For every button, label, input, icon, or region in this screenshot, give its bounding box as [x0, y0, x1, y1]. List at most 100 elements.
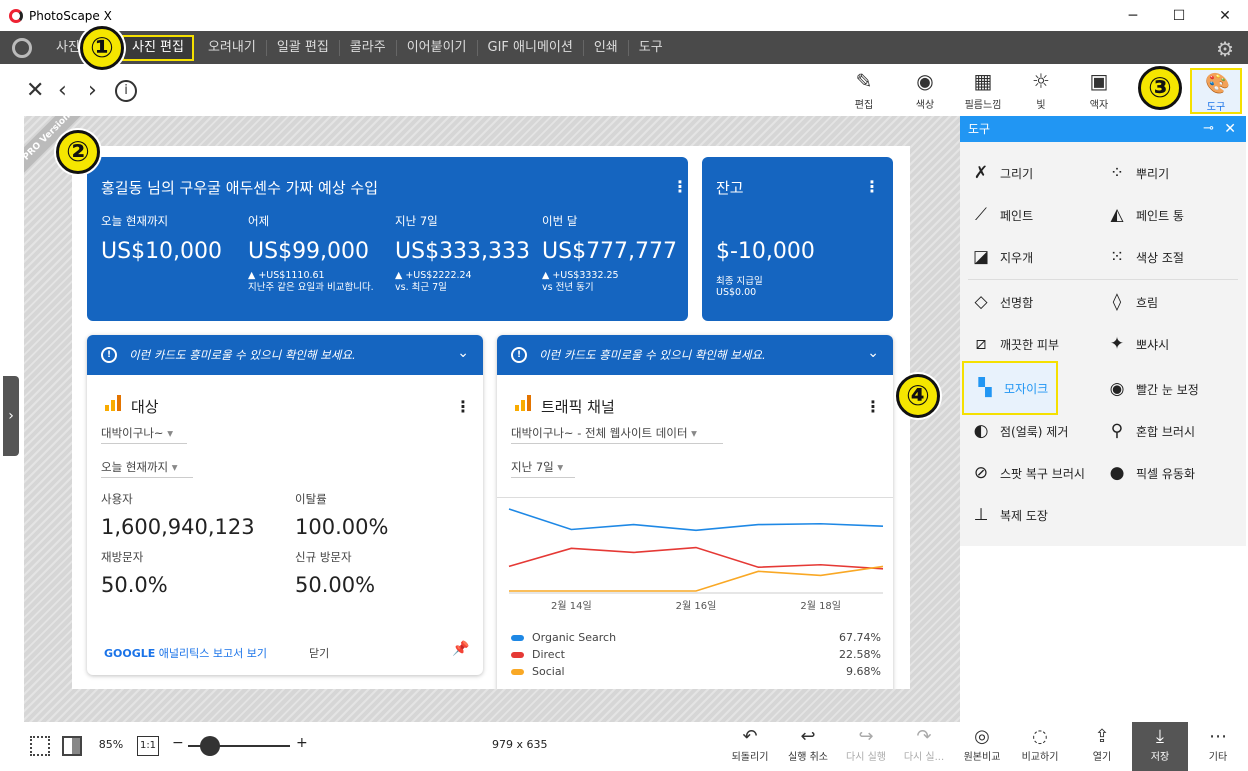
draw-icon: ✗ — [973, 163, 989, 183]
callout-2: ② — [56, 130, 100, 174]
undo-icon: ↩ — [800, 726, 816, 747]
info-icon[interactable]: i — [115, 80, 137, 102]
balance-card: 잔고 ⋮ $-10,000 최종 지급일 US$0.00 — [702, 157, 893, 321]
maximize-button[interactable]: ☐ — [1156, 0, 1202, 31]
property-dropdown: 대박이구나~ - 전체 웹사이트 데이터 — [511, 425, 697, 441]
tool-spot-heal[interactable]: ⊘ 스팟 복구 브러시 — [970, 459, 1085, 487]
app-logo-icon — [9, 8, 23, 23]
more-icon: ⋮ — [455, 397, 471, 416]
nav-cutout[interactable]: 오려내기 — [198, 40, 266, 56]
next-icon[interactable]: › — [88, 78, 97, 103]
previous-icon[interactable]: ‹ — [58, 78, 67, 103]
bucket-icon: ◭ — [1110, 205, 1124, 225]
heal-brush-icon: ⊘ — [973, 463, 989, 483]
more-button[interactable]: ⋯ 기타 — [1192, 726, 1244, 763]
revert-button[interactable]: ↶ 되돌리기 — [724, 726, 776, 763]
undo-button[interactable]: ↩ 실행 취소 — [782, 726, 834, 763]
stat-month: 이번 달 US$777,777 ▲ +US$3332.25 vs 전년 동기 — [542, 214, 678, 293]
tool-clone-stamp[interactable]: ⊥ 복제 도장 — [970, 501, 1048, 529]
image-dimensions: 979 x 635 — [492, 738, 548, 751]
tool-paint[interactable]: ⟋ 페인트 — [970, 201, 1033, 229]
revert-icon: ↶ — [742, 726, 758, 747]
revenue-card-title: 홍길동 님의 구우굴 애두센수 가짜 예상 수입 — [101, 179, 379, 197]
tool-frame-button[interactable]: ▣ 액자 — [1071, 68, 1127, 114]
close-window-button[interactable]: ✕ — [1202, 0, 1248, 31]
zoom-slider-handle[interactable] — [200, 736, 220, 756]
range-dropdown: 오늘 현재까지 — [101, 459, 178, 475]
zoom-out-icon[interactable]: − — [172, 735, 184, 751]
tool-light-button[interactable]: ☼ 빛 — [1013, 68, 1069, 114]
zoom-level[interactable]: 85% — [90, 738, 132, 751]
mosaic-icon: ▚ — [978, 378, 992, 398]
stamp-icon: ⊥ — [973, 505, 989, 525]
spray-icon: ⁘ — [1109, 163, 1125, 183]
x-tick-label: 2월 16일 — [676, 600, 717, 612]
compare-original-button[interactable]: ◎ 원본비교 — [956, 726, 1008, 763]
selection-icon[interactable] — [30, 736, 50, 756]
traffic-card: ! 이런 카드도 흥미로울 수 있으니 확인해 보세요. ⌄ 트래픽 채널 ⋮ 대박… — [497, 335, 893, 689]
nav-collage[interactable]: 콜라주 — [338, 39, 396, 56]
tool-liquify[interactable]: ● 픽셀 유동화 — [1106, 459, 1195, 487]
tool-red-eye[interactable]: ◉ 빨간 눈 보정 — [1106, 375, 1199, 403]
nav-batch[interactable]: 일괄 편집 — [265, 39, 339, 56]
stat-today: 오늘 현재까지 US$10,000 — [101, 214, 223, 264]
minimize-button[interactable]: ─ — [1110, 0, 1156, 31]
tool-edit-button[interactable]: ✎ 편집 — [836, 68, 892, 114]
liquify-drop-icon: ● — [1109, 463, 1125, 483]
pin-icon[interactable]: ⊸ — [1203, 116, 1214, 142]
nav-print[interactable]: 인쇄 — [582, 39, 628, 56]
close-icon[interactable]: ✕ — [26, 78, 44, 103]
range-dropdown: 지난 7일 — [511, 459, 563, 475]
series-line-1 — [508, 546, 884, 570]
close-icon[interactable]: ✕ — [1224, 116, 1236, 142]
tool-film-button[interactable]: ▦ 필름느낌 — [955, 68, 1011, 114]
redo-all-button[interactable]: ↷ 다시 실... — [898, 726, 950, 763]
tool-blur[interactable]: ◊ 흐림 — [1106, 288, 1158, 316]
tools-panel-header: 도구 ⊸ ✕ — [960, 116, 1246, 142]
tool-sharpen[interactable]: ◇ 선명함 — [970, 288, 1033, 316]
tool-spot-remove[interactable]: ◐ 점(얼룩) 제거 — [970, 417, 1069, 445]
bottom-bar: 85% 1:1 − + 979 x 635 ↶ 되돌리기 ↩ 실행 취소 ↪ 다시 실… — [0, 722, 1248, 771]
tool-eraser[interactable]: ◪ 지우개 — [970, 243, 1033, 271]
compare-icon: ◌ — [1032, 726, 1048, 747]
split-view-icon[interactable] — [62, 736, 82, 756]
tool-spray[interactable]: ⁘ 뿌리기 — [1106, 159, 1169, 187]
open-button[interactable]: ⇪ 열기 — [1076, 726, 1128, 763]
eye-icon: ◉ — [1109, 379, 1125, 399]
photo-image: 홍길동 님의 구우굴 애두센수 가짜 예상 수입 ⋮ 오늘 현재까지 US$10… — [72, 146, 910, 689]
left-panel-toggle[interactable]: › — [3, 376, 19, 456]
tool-soft-glow[interactable]: ✦ 뽀샤시 — [1106, 330, 1169, 358]
traffic-line-chart: 2월 14일 2월 16일 2월 18일 — [508, 508, 884, 612]
download-icon: ⤓ — [1156, 726, 1164, 747]
compare-button[interactable]: ◌ 비교하기 — [1014, 726, 1066, 763]
actual-size-button[interactable]: 1:1 — [137, 736, 159, 756]
more-icon: ⋮ — [865, 397, 881, 416]
tool-paint-bucket[interactable]: ◭ 페인트 통 — [1106, 201, 1184, 229]
tool-color-button[interactable]: ◉ 색상 — [897, 68, 953, 114]
tool-draw[interactable]: ✗ 그리기 — [970, 159, 1033, 187]
nav-combine[interactable]: 이어붙이기 — [395, 39, 477, 56]
settings-gear-icon[interactable]: ⚙ — [1216, 37, 1234, 61]
tool-clean-skin[interactable]: ⧄ 깨끗한 피부 — [970, 330, 1059, 358]
target-icon: ◎ — [974, 726, 990, 747]
upload-icon: ⇪ — [1094, 726, 1110, 747]
nav-gif[interactable]: GIF 애니메이션 — [476, 39, 583, 56]
tool-color-adjust[interactable]: ⁙ 색상 조절 — [1106, 243, 1184, 271]
window-title: PhotoScape X — [29, 8, 112, 23]
property-dropdown: 대박이구나~ — [101, 425, 173, 441]
save-button[interactable]: ⤓ 저장 — [1132, 722, 1188, 771]
search-icon[interactable] — [12, 37, 32, 58]
nav-photo-editor[interactable]: 사진 편집 — [121, 34, 194, 61]
more-icon: ⋮ — [672, 177, 688, 196]
tool-tools-button[interactable]: 🎨 도구 — [1190, 68, 1242, 114]
half-circle-icon: ◐ — [973, 421, 989, 441]
zoom-in-icon[interactable]: + — [296, 735, 308, 751]
tool-mosaic[interactable]: ▚ 모자이크 — [962, 361, 1059, 415]
analytics-icon — [515, 395, 531, 411]
editor-toolbar: ✕ ‹ › i ✎편집 ◉색상 ▦필름느낌 ☼빛 ▣액자 ⬚ 🎨도구 — [0, 64, 1248, 116]
palette-icon: 🎨 — [1205, 71, 1230, 95]
nav-tools[interactable]: 도구 — [627, 39, 673, 56]
redo-button[interactable]: ↪ 다시 실행 — [840, 726, 892, 763]
tool-mix-brush[interactable]: ⚲ 혼합 브러시 — [1106, 417, 1195, 445]
redo-all-icon: ↷ — [916, 726, 932, 747]
